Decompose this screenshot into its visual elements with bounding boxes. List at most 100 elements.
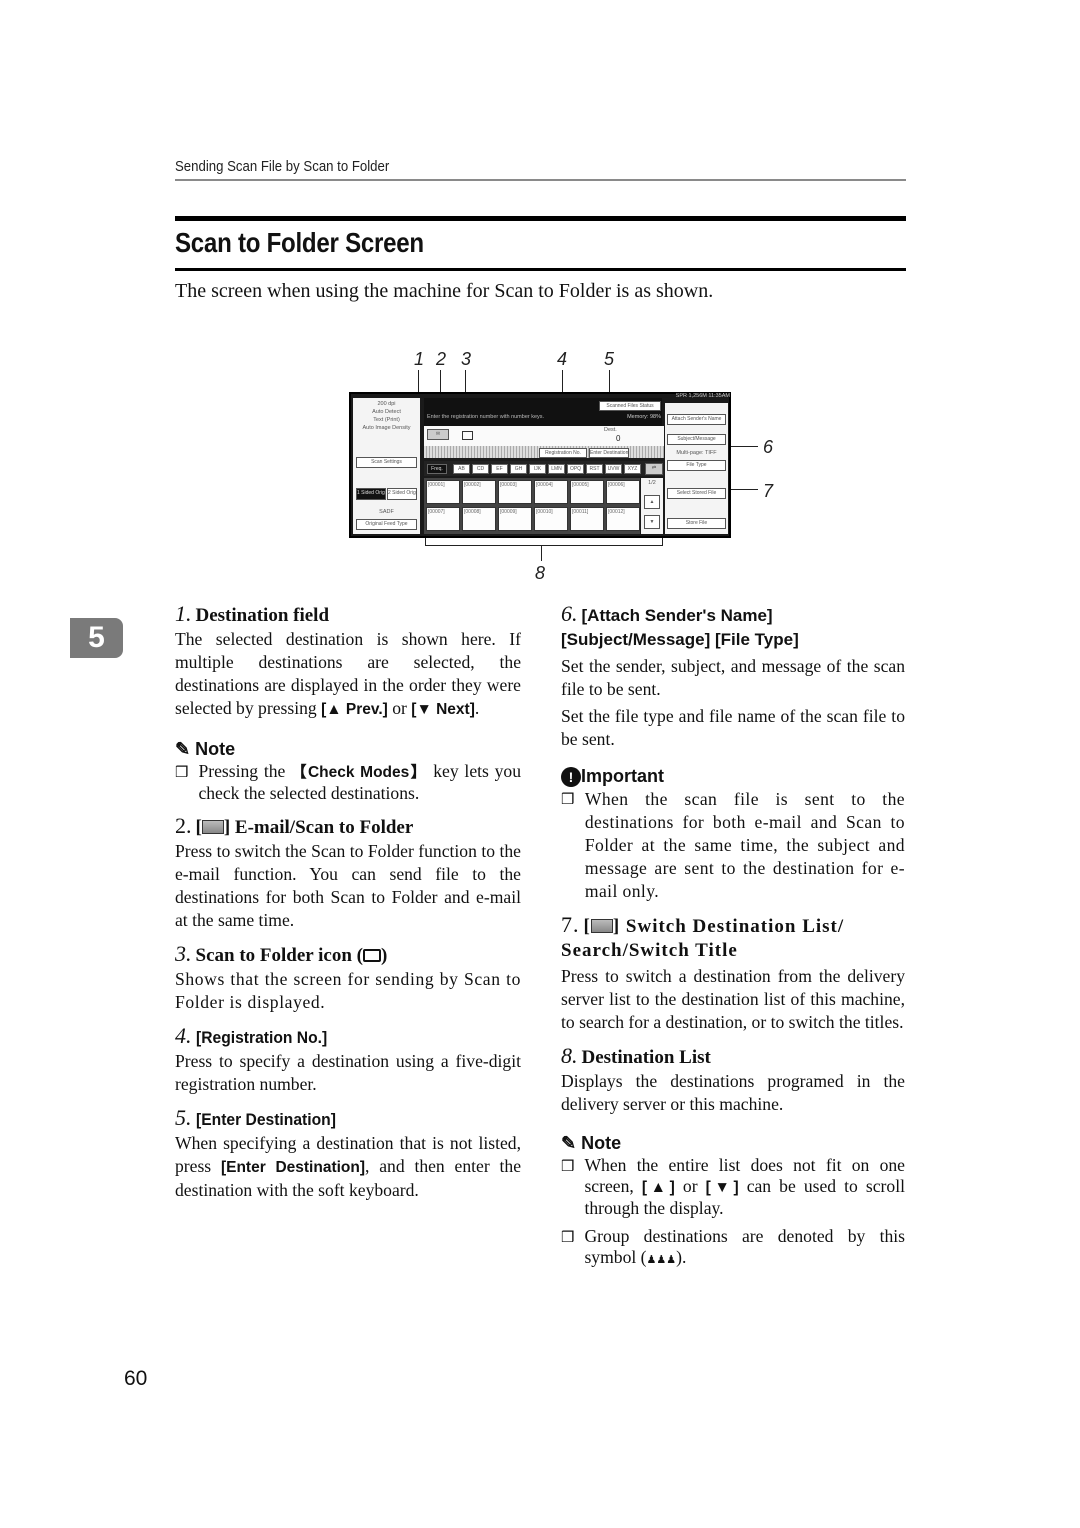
list-item[interactable]: [00005] [570,480,604,504]
scanned-files-status-button[interactable]: Scanned Files Status [599,401,661,411]
important-bullet: ❒ When the scan file is sent to the desti… [561,788,905,903]
feed-label: SADF [379,509,394,515]
list-item[interactable]: [00007] [426,507,460,531]
page-number: 60 [124,1367,148,1390]
item-4-body: Press to specify a destination using a f… [175,1051,521,1094]
dest-label: Dest. [604,427,617,433]
item-number: 5. [175,1105,192,1130]
note-bullet: ❒ Pressing the 【Check Modes】 key lets you… [175,761,521,804]
body-text: or [674,1176,706,1196]
callout-1: 1 [414,349,425,369]
important-text: When the scan file is sent to the destin… [584,789,905,901]
important-heading: ! Important [561,765,905,788]
tab-ab[interactable]: AB [453,464,470,474]
title-top-rule [175,216,906,221]
density-label: Auto Image Density [362,425,411,431]
callout-6: 6 [763,437,774,457]
list-item[interactable]: [00004] [534,480,568,504]
email-scan-toggle-icon [201,820,224,834]
message-area: Enter the registration number with numbe… [424,398,662,426]
original-feed-button[interactable]: Original Feed Type [356,519,417,530]
note-bullet: ❒ Group destinations are denoted by this … [561,1226,905,1270]
switch-destination-list-button[interactable]: ⇄ [645,463,663,475]
enter-destination-button[interactable]: Enter Destination [589,448,629,458]
attach-senders-name-button[interactable]: Attach Sender's Name [667,414,726,425]
item-number: 7. [561,912,580,937]
tab-freq[interactable]: Freq. [427,464,447,474]
email-scan-to-folder-toggle[interactable]: ✉ [427,429,449,440]
tab-xyz[interactable]: XYZ [624,464,641,474]
two-sided-button[interactable]: 2 Sided Orig. [387,488,417,500]
memory-indicator: Memory: 98% [627,414,661,420]
screen-left-panel: 200 dpi Auto Detect Text (Print) Auto Im… [353,398,420,534]
select-stored-file-button[interactable]: Select Stored File [667,488,726,499]
item-1-body: The selected destination is shown here. … [175,628,521,721]
body-text: Group destinations are denoted by this s… [584,1226,905,1267]
page-indicator: 1/2 [648,480,656,486]
destination-field[interactable]: ✉ Dest. 0 [424,426,664,446]
message-text: Enter the registration number with numbe… [427,414,545,420]
list-item[interactable]: [00010] [534,507,568,531]
registration-no-button[interactable]: Registration No. [539,448,587,458]
callout-8: 8 [535,563,546,583]
tab-lmn[interactable]: LMN [548,464,565,474]
subject-message-button[interactable]: Subject/Message [667,434,726,445]
item-title: Destination List [581,1047,711,1068]
pencil-icon: ✎ [561,1133,577,1153]
item-5-heading: 5. [Enter Destination] [175,1106,521,1132]
list-item[interactable]: [00009] [498,507,532,531]
scan-settings-button[interactable]: Scan Settings [356,457,417,468]
item-title: Scan to Folder icon ( [195,945,363,966]
tab-rst[interactable]: RST [586,464,603,474]
prev-key: [▲ Prev.] [321,701,388,718]
tab-ef[interactable]: EF [491,464,508,474]
up-key: [▲] [641,1179,675,1196]
store-file-button[interactable]: Store File [667,518,726,529]
note-heading: ✎ Note [561,1132,905,1155]
right-column: 6. [Attach Sender's Name] [Subject/Messag… [561,602,905,1270]
next-key: [▼ Next] [411,701,475,718]
list-item[interactable]: [00002] [462,480,496,504]
item-title: [Enter Destination] [195,1110,336,1129]
item-2-body: Press to switch the Scan to Folder funct… [175,841,521,930]
tab-cd[interactable]: CD [472,464,489,474]
item-number: 1. [175,601,192,626]
callout-4: 4 [557,349,568,369]
item-title: [Registration No.] [195,1028,327,1047]
item-number: 6. [561,601,578,626]
tab-ijk[interactable]: IJK [529,464,546,474]
up-arrow-icon: ▲ [649,499,655,505]
item-4-heading: 4. [Registration No.] [175,1024,521,1050]
list-item[interactable]: [00012] [606,507,640,531]
item-7-body: Press to switch a destination from the d… [561,966,905,1032]
item-number: 2. [175,813,192,838]
list-item[interactable]: [00003] [498,480,532,504]
note-text: Group destinations are denoted by this s… [584,1226,905,1270]
screen-right-panel: Attach Sender's Name Subject/Message Mul… [665,403,728,534]
enter-destination-key: [Enter Destination] [220,1159,366,1176]
intro-text: The screen when using the machine for Sc… [175,280,714,302]
tab-uvw[interactable]: UVW [605,464,622,474]
item-6-heading: 6. [Attach Sender's Name] [Subject/Messag… [561,602,905,652]
list-item[interactable]: [00006] [606,480,640,504]
callout-7: 7 [763,481,774,501]
tab-gh[interactable]: GH [510,464,527,474]
list-item[interactable]: [00011] [570,507,604,531]
switch-list-icon: ⇄ [651,465,657,471]
item-1-heading: 1. Destination field [175,602,521,628]
leader-line-8 [541,545,542,561]
scroll-down-button[interactable]: ▼ [644,515,660,529]
one-sided-button[interactable]: 1 Sided Orig. [356,488,386,500]
callout-2: 2 [436,349,447,369]
note-text: Pressing the 【Check Modes】 key lets you … [198,761,521,804]
down-arrow-icon: ▼ [649,519,655,525]
body-text: Pressing the [198,761,292,781]
checkbox-bullet-icon: ❒ [561,1157,575,1175]
list-item[interactable]: [00001] [426,480,460,504]
tab-opq[interactable]: OPQ [567,464,584,474]
folder-icon [462,431,473,440]
file-type-button[interactable]: File Type [667,460,726,471]
folder-icon [362,949,381,962]
list-item[interactable]: [00008] [462,507,496,531]
scroll-up-button[interactable]: ▲ [644,495,660,509]
